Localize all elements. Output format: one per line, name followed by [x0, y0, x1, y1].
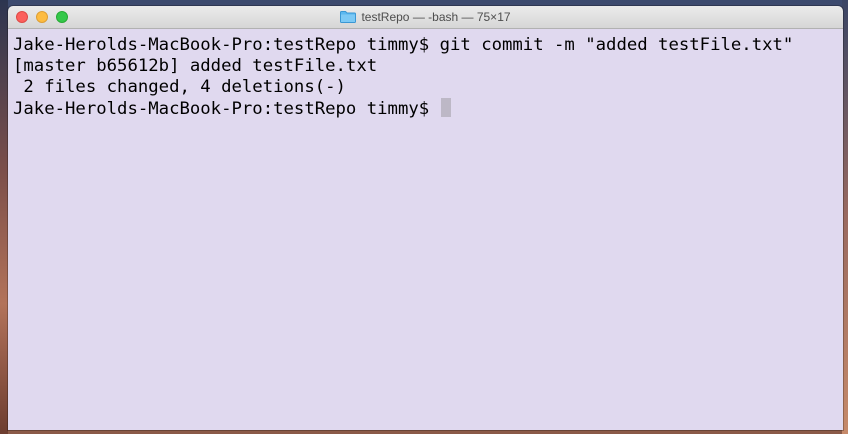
title-bar[interactable]: testRepo — -bash — 75×17: [8, 6, 843, 29]
desktop-wallpaper-left: [0, 0, 8, 434]
folder-icon: [340, 11, 357, 23]
window-title-group: testRepo — -bash — 75×17: [8, 6, 843, 28]
window-title: testRepo — -bash — 75×17: [361, 10, 511, 24]
terminal-line-commit-result: [master b65612b] added testFile.txt: [13, 56, 378, 76]
text-cursor: [440, 98, 451, 117]
terminal-line-prompt: Jake-Herolds-MacBook-Pro:testRepo timmy$: [13, 98, 843, 119]
terminal-line-command: Jake-Herolds-MacBook-Pro:testRepo timmy$…: [13, 35, 794, 55]
terminal-window: testRepo — -bash — 75×17 Jake-Herolds-Ma…: [8, 6, 843, 430]
prompt-text: Jake-Herolds-MacBook-Pro:testRepo timmy$: [13, 99, 440, 119]
terminal-output[interactable]: Jake-Herolds-MacBook-Pro:testRepo timmy$…: [8, 29, 843, 430]
terminal-line-stats: 2 files changed, 4 deletions(-): [13, 77, 346, 97]
